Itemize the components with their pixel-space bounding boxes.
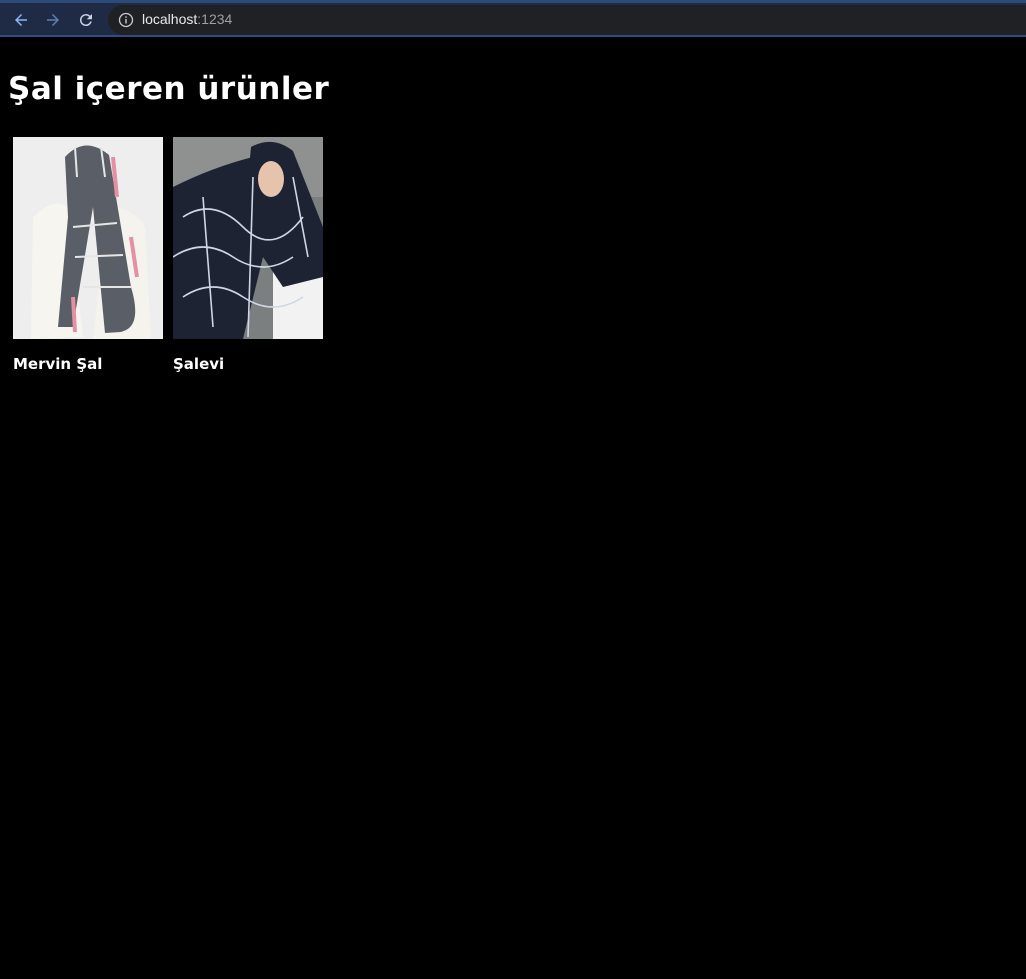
product-card[interactable]: Şalevi — [173, 137, 323, 373]
product-card[interactable]: Mervin Şal — [13, 137, 163, 373]
product-name[interactable]: Şalevi — [173, 355, 323, 373]
url-host: localhost — [142, 11, 198, 27]
address-bar[interactable]: localhost:1234 — [108, 5, 1026, 35]
back-button[interactable] — [8, 7, 34, 33]
arrow-left-icon — [15, 14, 27, 26]
reload-icon — [79, 14, 92, 27]
page-content: Şal içeren ürünler Mervin Şal Şalevi — [0, 37, 1026, 979]
browser-toolbar: localhost:1234 — [0, 0, 1026, 37]
info-icon[interactable] — [118, 12, 134, 28]
product-grid: Mervin Şal Şalevi — [13, 137, 323, 373]
product-name[interactable]: Mervin Şal — [13, 355, 163, 373]
forward-button[interactable] — [40, 7, 66, 33]
url-text: localhost:1234 — [142, 11, 232, 27]
url-port: :1234 — [197, 11, 233, 27]
page-title: Şal içeren ürünler — [8, 71, 330, 107]
reload-button[interactable] — [73, 7, 99, 33]
product-image[interactable] — [173, 137, 323, 339]
arrow-right-icon — [47, 14, 59, 26]
product-image[interactable] — [13, 137, 163, 339]
